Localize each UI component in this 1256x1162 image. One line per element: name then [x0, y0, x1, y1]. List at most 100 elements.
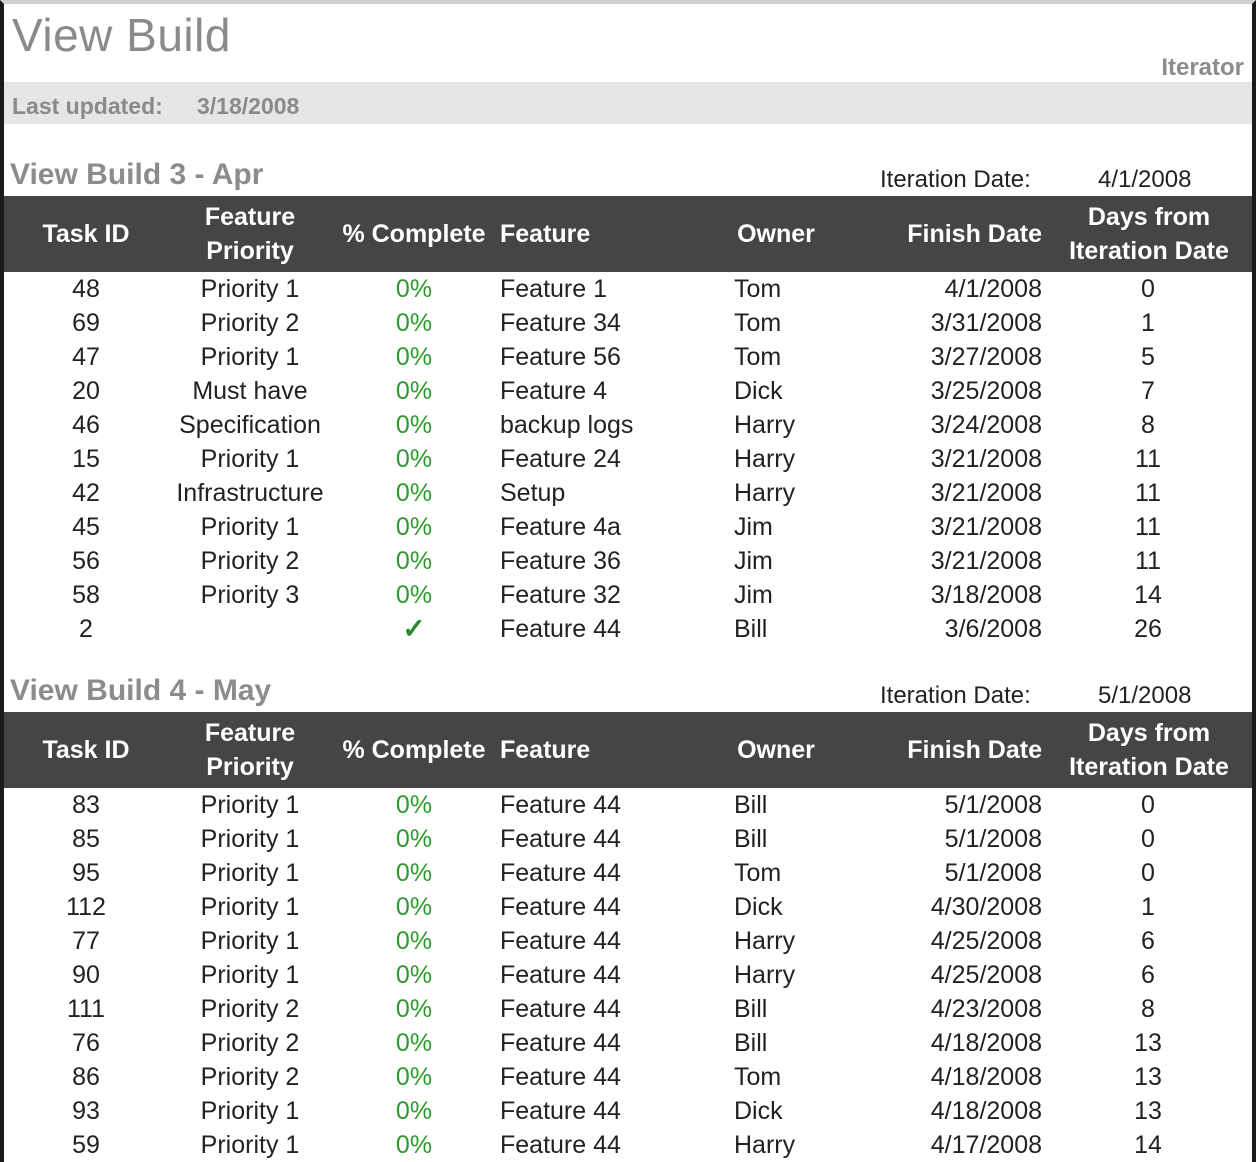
cell-feature-priority: Infrastructure [176, 479, 324, 507]
cell-finish-date: 4/30/2008 [930, 893, 1042, 921]
cell-feature: Feature 44 [500, 1131, 621, 1159]
cell-owner: Dick [734, 1097, 783, 1125]
cell-days-from-iteration: 7 [1141, 377, 1155, 405]
cell-feature: Feature 44 [500, 791, 621, 819]
cell-task-id: 46 [72, 411, 100, 439]
cell-feature: Feature 44 [500, 1097, 621, 1125]
table-header: Task ID Feature Priority% Complete Feature… [4, 712, 1252, 788]
cell-feature: Setup [500, 479, 566, 507]
table-row[interactable]: 48 Priority 1 0% Feature 1 Tom 4/1/2008 0 [4, 272, 1252, 306]
cell-owner: Harry [734, 445, 796, 473]
iteration-date-value: 5/1/2008 [1098, 682, 1192, 709]
table-row[interactable]: 76 Priority 2 0% Feature 44 Bill 4/18/2008 13 [4, 1026, 1252, 1060]
column-header-feature[interactable]: Feature [500, 712, 720, 788]
table-row[interactable]: 95 Priority 1 0% Feature 44 Tom 5/1/2008 0 [4, 856, 1252, 890]
cell-task-id: 85 [72, 825, 100, 853]
column-header-days-from-iteration[interactable]: Days from Iteration Date [1056, 712, 1242, 788]
cell-owner: Jim [734, 581, 773, 609]
column-header-feature-priority[interactable]: Feature Priority [170, 712, 330, 788]
column-header-task-id[interactable]: Task ID [26, 712, 146, 788]
cell-days-from-iteration: 8 [1141, 411, 1155, 439]
cell-owner: Jim [734, 513, 773, 541]
cell-owner: Bill [734, 995, 768, 1023]
cell-finish-date: 3/21/2008 [930, 547, 1042, 575]
table-row[interactable]: 69 Priority 2 0% Feature 34 Tom 3/31/2008 1 [4, 306, 1252, 340]
table-row[interactable]: 45 Priority 1 0% Feature 4a Jim 3/21/2008 11 [4, 510, 1252, 544]
cell-feature-priority: Priority 1 [200, 343, 300, 371]
cell-feature: Feature 44 [500, 893, 621, 921]
cell-feature-priority: Priority 1 [200, 275, 300, 303]
table-row[interactable]: 56 Priority 2 0% Feature 36 Jim 3/21/2008 11 [4, 544, 1252, 578]
cell-finish-date: 3/21/2008 [930, 513, 1042, 541]
column-header-days-from-iteration[interactable]: Days from Iteration Date [1056, 196, 1242, 272]
table-body: 48 Priority 1 0% Feature 1 Tom 4/1/2008 0 69 Pri… [4, 272, 1252, 646]
table-row[interactable]: 15 Priority 1 0% Feature 24 Harry 3/21/2008 11 [4, 442, 1252, 476]
table-row[interactable]: 20 Must have 0% Feature 4 Dick 3/25/2008 7 [4, 374, 1252, 408]
cell-task-id: 111 [66, 995, 105, 1023]
table-row[interactable]: 111 Priority 2 0% Feature 44 Bill 4/23/2008 8 [4, 992, 1252, 1026]
table-row[interactable]: 112 Priority 1 0% Feature 44 Dick 4/30/2008 1 [4, 890, 1252, 924]
cell-feature-priority: Priority 1 [200, 859, 300, 887]
iteration-date-label: Iteration Date: [880, 166, 1031, 193]
cell-feature: Feature 44 [500, 927, 621, 955]
cell-feature: Feature 4 [500, 377, 608, 405]
table-row[interactable]: 77 Priority 1 0% Feature 44 Harry 4/25/2008 6 [4, 924, 1252, 958]
table-row[interactable]: 90 Priority 1 0% Feature 44 Harry 4/25/2008 6 [4, 958, 1252, 992]
table-row[interactable]: 42 Infrastructure 0% Setup Harry 3/21/2008 11 [4, 476, 1252, 510]
column-header-finish-date[interactable]: Finish Date [884, 712, 1042, 788]
cell-feature-priority: Priority 1 [200, 791, 300, 819]
iteration-date-value: 4/1/2008 [1098, 166, 1192, 193]
cell-days-from-iteration: 0 [1141, 859, 1155, 887]
table-header: Task ID Feature Priority% Complete Feature… [4, 196, 1252, 272]
cell-finish-date: 3/27/2008 [930, 343, 1042, 371]
cell-feature: Feature 1 [500, 275, 608, 303]
table-row[interactable]: 93 Priority 1 0% Feature 44 Dick 4/18/2008 13 [4, 1094, 1252, 1128]
cell-owner: Harry [734, 1131, 796, 1159]
table-row[interactable]: 46 Specification 0% backup logs Harry 3/24/20… [4, 408, 1252, 442]
table-row[interactable]: 86 Priority 2 0% Feature 44 Tom 4/18/2008 13 [4, 1060, 1252, 1094]
column-header-percent-complete[interactable]: % Complete [336, 712, 492, 788]
table-row[interactable]: 85 Priority 1 0% Feature 44 Bill 5/1/2008 0 [4, 822, 1252, 856]
cell-finish-date: 3/25/2008 [930, 377, 1042, 405]
cell-days-from-iteration: 0 [1141, 791, 1155, 819]
cell-finish-date: 5/1/2008 [944, 859, 1042, 887]
cell-task-id: 58 [72, 581, 100, 609]
table-row[interactable]: 58 Priority 3 0% Feature 32 Jim 3/18/2008 14 [4, 578, 1252, 612]
cell-percent-complete: 0% [395, 1029, 433, 1057]
table-row[interactable]: 83 Priority 1 0% Feature 44 Bill 5/1/2008 0 [4, 788, 1252, 822]
table-row[interactable]: 2 ✓ Feature 44 Bill 3/6/2008 26 [4, 612, 1252, 646]
table-row[interactable]: 59 Priority 1 0% Feature 44 Harry 4/17/2008 14 [4, 1128, 1252, 1162]
cell-owner: Tom [734, 1063, 782, 1091]
cell-days-from-iteration: 13 [1134, 1029, 1162, 1057]
cell-task-id: 59 [72, 1131, 100, 1159]
table-row[interactable]: 47 Priority 1 0% Feature 56 Tom 3/27/2008 5 [4, 340, 1252, 374]
cell-percent-complete: 0% [395, 547, 433, 575]
cell-finish-date: 3/6/2008 [944, 615, 1042, 643]
last-updated-value: 3/18/2008 [197, 93, 300, 119]
cell-percent-complete: 0% [395, 927, 433, 955]
column-header-owner[interactable]: Owner [716, 712, 836, 788]
cell-owner: Tom [734, 309, 782, 337]
cell-feature-priority: Priority 1 [200, 513, 300, 541]
cell-finish-date: 3/21/2008 [930, 445, 1042, 473]
cell-task-id: 2 [79, 615, 93, 643]
cell-percent-complete: 0% [395, 581, 433, 609]
cell-feature: Feature 24 [500, 445, 621, 473]
column-header-finish-date[interactable]: Finish Date [884, 196, 1042, 272]
cell-percent-complete: 0% [395, 343, 433, 371]
cell-days-from-iteration: 0 [1141, 825, 1155, 853]
cell-finish-date: 4/18/2008 [930, 1097, 1042, 1125]
cell-feature-priority: Priority 2 [200, 995, 300, 1023]
cell-finish-date: 3/21/2008 [930, 479, 1042, 507]
column-header-owner[interactable]: Owner [716, 196, 836, 272]
column-header-feature-priority[interactable]: Feature Priority [170, 196, 330, 272]
column-header-percent-complete[interactable]: % Complete [336, 196, 492, 272]
cell-finish-date: 4/1/2008 [944, 275, 1042, 303]
cell-finish-date: 4/25/2008 [930, 927, 1042, 955]
column-header-task-id[interactable]: Task ID [26, 196, 146, 272]
cell-task-id: 15 [72, 445, 100, 473]
column-header-feature[interactable]: Feature [500, 196, 720, 272]
cell-task-id: 95 [72, 859, 100, 887]
cell-percent-complete: 0% [395, 893, 433, 921]
cell-feature-priority: Priority 1 [200, 961, 300, 989]
